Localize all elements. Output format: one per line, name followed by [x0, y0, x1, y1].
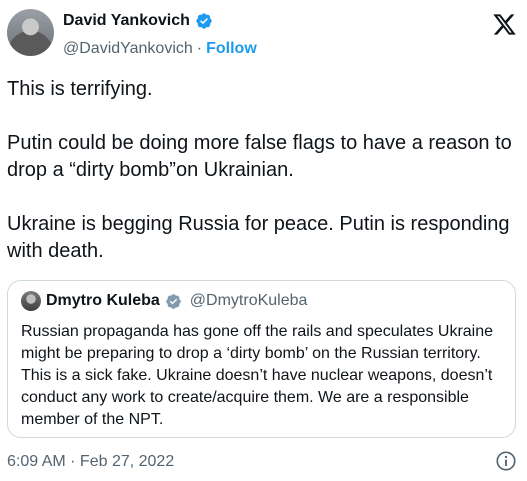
author-handle-row: @DavidYankovich · Follow: [63, 40, 257, 58]
verified-badge-icon: [166, 293, 181, 309]
follow-button[interactable]: Follow: [206, 40, 257, 58]
info-icon[interactable]: [495, 450, 517, 472]
tweet-paragraph: This is terrifying.: [7, 78, 153, 100]
quoted-tweet-text: Russian propaganda has gone off the rail…: [21, 323, 494, 428]
verified-badge-icon: [196, 13, 212, 29]
author-handle[interactable]: @DavidYankovich: [63, 40, 193, 58]
quoted-author-name: Dmytro Kuleba: [46, 292, 160, 309]
quoted-author-handle: @DmytroKuleba: [189, 292, 308, 309]
author-name-row: David Yankovich: [63, 12, 213, 30]
quoted-tweet[interactable]: Dmytro Kuleba @DmytroKuleba Russian prop…: [7, 280, 516, 438]
quoted-author-avatar: [21, 291, 41, 311]
tweet-text: This is terrifying. Putin could be doing…: [7, 76, 517, 265]
separator-dot: ·: [196, 40, 203, 57]
author-display-name[interactable]: David Yankovich: [63, 12, 190, 30]
tweet-paragraph: Putin could be doing more false flags to…: [7, 132, 512, 181]
tweet-timestamp[interactable]: 6:09 AM · Feb 27, 2022: [7, 453, 174, 471]
tweet-paragraph: Ukraine is begging Russia for peace. Put…: [7, 213, 510, 262]
quoted-tweet-header: Dmytro Kuleba @DmytroKuleba: [21, 291, 307, 311]
author-avatar[interactable]: [7, 9, 54, 56]
x-logo-icon[interactable]: [492, 12, 517, 37]
